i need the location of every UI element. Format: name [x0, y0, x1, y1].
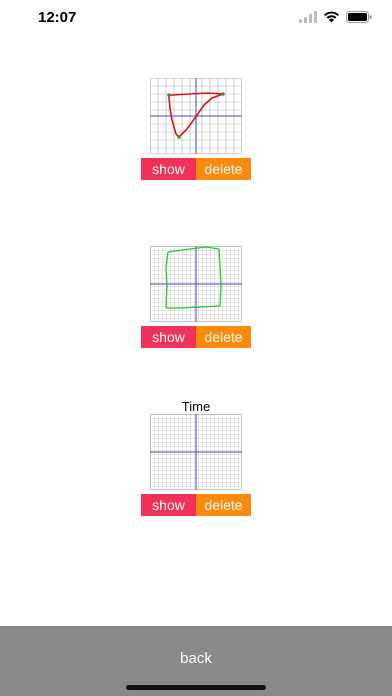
battery-icon	[346, 11, 372, 23]
delete-button[interactable]: delete	[196, 494, 251, 516]
card-actions: show delete	[141, 158, 251, 180]
delete-button[interactable]: delete	[196, 326, 251, 348]
home-indicator[interactable]	[126, 685, 266, 690]
status-bar: 12:07	[0, 0, 392, 40]
drawing-preview[interactable]	[150, 78, 242, 154]
show-button[interactable]: show	[141, 494, 196, 516]
cellular-signal-icon	[299, 11, 317, 23]
drawing-preview[interactable]	[150, 414, 242, 490]
delete-button[interactable]: delete	[196, 158, 251, 180]
status-time: 12:07	[38, 9, 77, 26]
card-actions: show delete	[141, 326, 251, 348]
status-icons	[299, 11, 372, 23]
drawing-preview[interactable]	[150, 246, 242, 322]
card-actions: show delete	[141, 494, 251, 516]
card-title: Time	[181, 399, 211, 414]
bottom-bar: back	[0, 626, 392, 696]
show-button[interactable]: show	[141, 326, 196, 348]
show-button[interactable]: show	[141, 158, 196, 180]
back-button[interactable]: back	[0, 650, 392, 667]
wifi-icon	[323, 11, 340, 23]
